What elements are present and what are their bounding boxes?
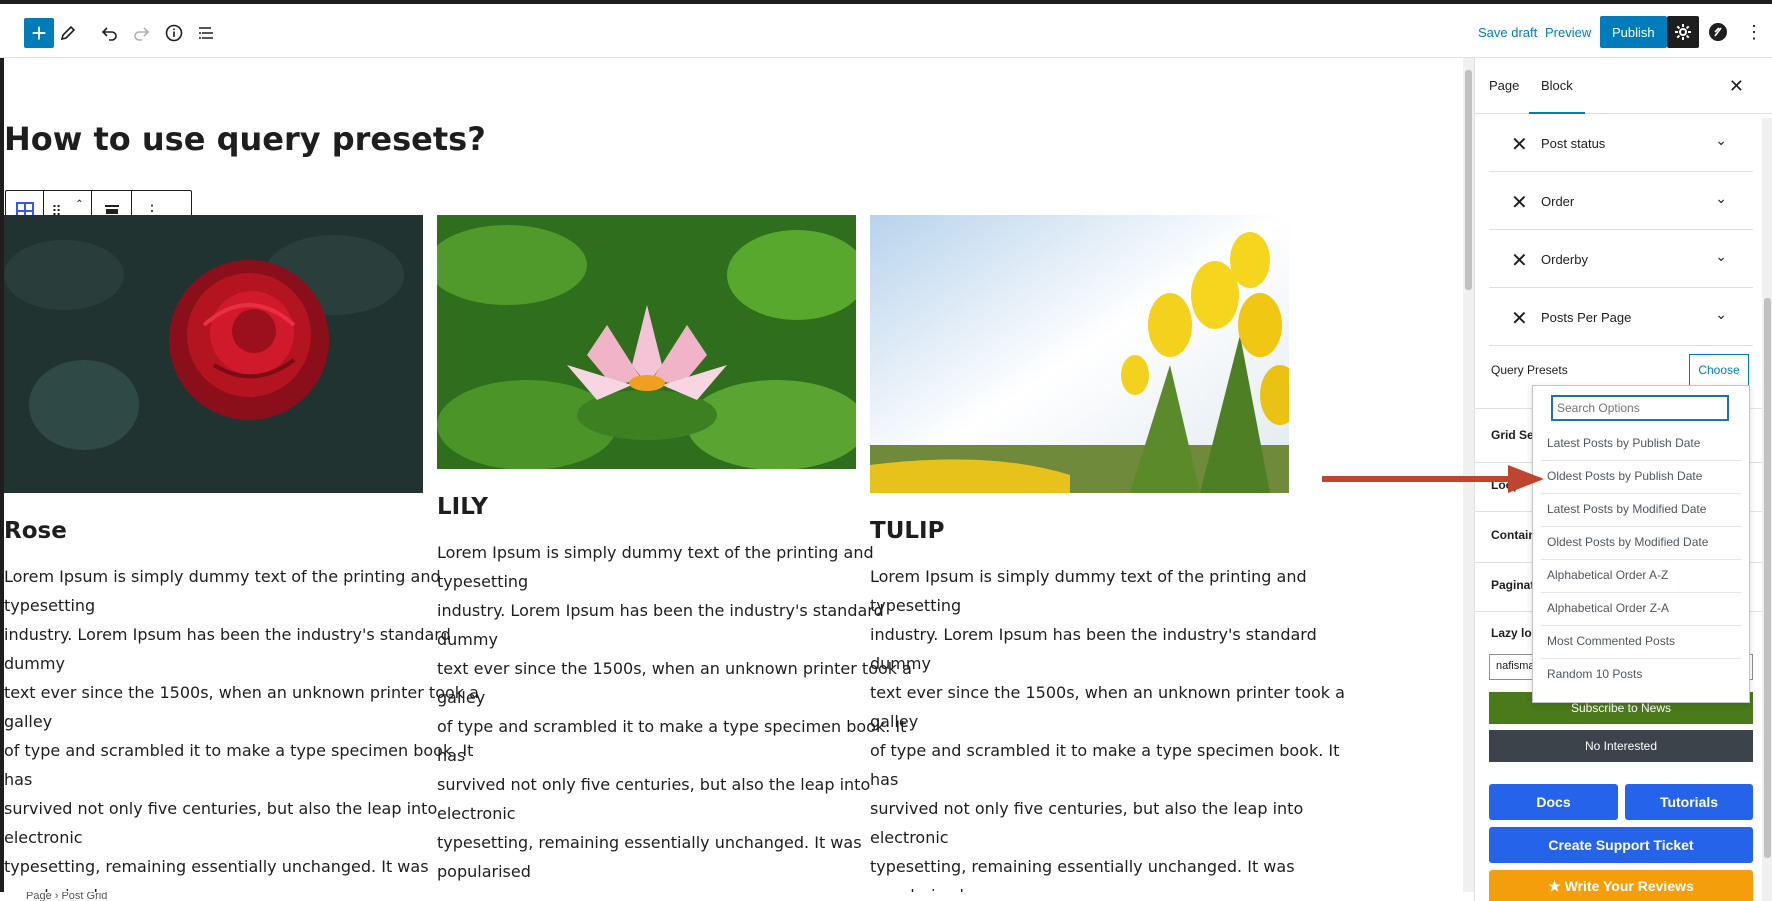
search-options-input[interactable] [1551,395,1729,421]
query-presets-label: Query Presets [1491,363,1568,377]
preset-option[interactable]: Latest Posts by Publish Date [1541,428,1741,461]
row-label: Order [1541,194,1575,209]
card-excerpt: Lorem Ipsum is simply dummy text of the … [870,567,1345,892]
preset-option[interactable]: Random 10 Posts [1541,659,1741,692]
preset-option[interactable]: Alphabetical Order Z-A [1541,593,1741,626]
card-title[interactable]: LILY [437,494,488,520]
card-excerpt: Lorem Ipsum is simply dummy text of the … [4,567,479,892]
remove-icon[interactable]: ✕ [1511,306,1528,331]
tutorials-button[interactable]: Tutorials [1625,784,1753,820]
panel-container[interactable]: Contain [1491,528,1536,542]
create-support-ticket-button[interactable]: Create Support Ticket [1489,827,1753,863]
undo-icon[interactable] [94,17,126,49]
panel-grid-settings[interactable]: Grid Set [1491,428,1538,442]
list-view-icon[interactable] [190,17,222,49]
lily-image[interactable] [437,215,856,469]
preset-option[interactable]: Most Commented Posts [1541,626,1741,659]
save-draft-button[interactable]: Save draft [1478,16,1537,48]
write-review-button[interactable]: ★ Write Your Reviews [1489,870,1753,901]
rose-image[interactable] [4,215,423,493]
preset-option[interactable]: Oldest Posts by Modified Date [1541,527,1741,560]
remove-icon[interactable]: ✕ [1511,190,1528,215]
remove-icon[interactable]: ✕ [1511,248,1528,273]
sidebar-row-order[interactable]: ✕ Order ⌄ [1489,172,1753,230]
tulip-image[interactable] [870,215,1289,493]
sidebar-scrollbar[interactable] [1762,118,1772,901]
sidebar-row-post-status[interactable]: ✕ Post status ⌄ [1489,114,1753,172]
more-options-icon[interactable]: ⋮ [1745,16,1763,48]
info-icon[interactable] [158,17,190,49]
edit-pencil-icon[interactable] [52,17,84,49]
annotation-arrow-icon [1322,465,1544,493]
row-label: Post status [1541,136,1606,151]
preset-option[interactable]: Alphabetical Order A-Z [1541,560,1741,593]
tab-page[interactable]: Page [1489,58,1519,114]
chevron-down-icon[interactable]: ⌄ [1715,248,1727,265]
editor-canvas: How to use query presets? ⠿ ⌃⌄ ⋮ Rose L [0,58,1474,892]
add-block-button[interactable]: + [24,18,54,48]
chevron-down-icon[interactable]: ⌄ [1715,132,1727,149]
chevron-down-icon[interactable]: ⌄ [1715,190,1727,207]
sidebar-row-orderby[interactable]: ✕ Orderby ⌄ [1489,230,1753,288]
row-label: Posts Per Page [1541,310,1632,325]
card-title[interactable]: TULIP [870,518,944,544]
preset-option[interactable]: Oldest Posts by Publish Date [1541,461,1741,494]
not-interested-button[interactable]: No Interested [1489,730,1753,762]
panel-pagination[interactable]: Paginati [1491,578,1538,592]
page-title[interactable]: How to use query presets? [4,120,486,158]
card-title[interactable]: Rose [4,518,67,544]
docs-button[interactable]: Docs [1489,784,1618,820]
sidebar-tabs: Page Block ✕ [1475,58,1772,114]
row-label: Orderby [1541,252,1588,267]
top-toolbar: + Save draft Preview Publish ⋮ [0,0,1772,58]
redo-icon[interactable] [125,17,157,49]
choose-preset-button[interactable]: Choose [1689,354,1749,386]
query-presets-dropdown: Latest Posts by Publish Date Oldest Post… [1532,385,1750,703]
remove-icon[interactable]: ✕ [1511,132,1528,157]
sidebar-scrollbar-thumb[interactable] [1764,298,1771,858]
sidebar-row-posts-per-page[interactable]: ✕ Posts Per Page ⌄ [1489,288,1753,346]
chevron-down-icon[interactable]: ⌄ [1715,306,1727,323]
canvas-scrollbar-thumb[interactable] [1465,70,1472,290]
breadcrumb[interactable]: Page › Post Grid [0,892,1474,901]
card-excerpt: Lorem Ipsum is simply dummy text of the … [437,543,912,892]
preview-button[interactable]: Preview [1545,16,1591,48]
close-icon[interactable]: ✕ [1729,76,1744,97]
preset-option[interactable]: Latest Posts by Modified Date [1541,494,1741,527]
plugin-logo-icon[interactable] [1708,16,1728,48]
tab-block[interactable]: Block [1529,58,1585,114]
settings-gear-icon[interactable] [1667,16,1699,48]
publish-button[interactable]: Publish [1600,16,1667,48]
